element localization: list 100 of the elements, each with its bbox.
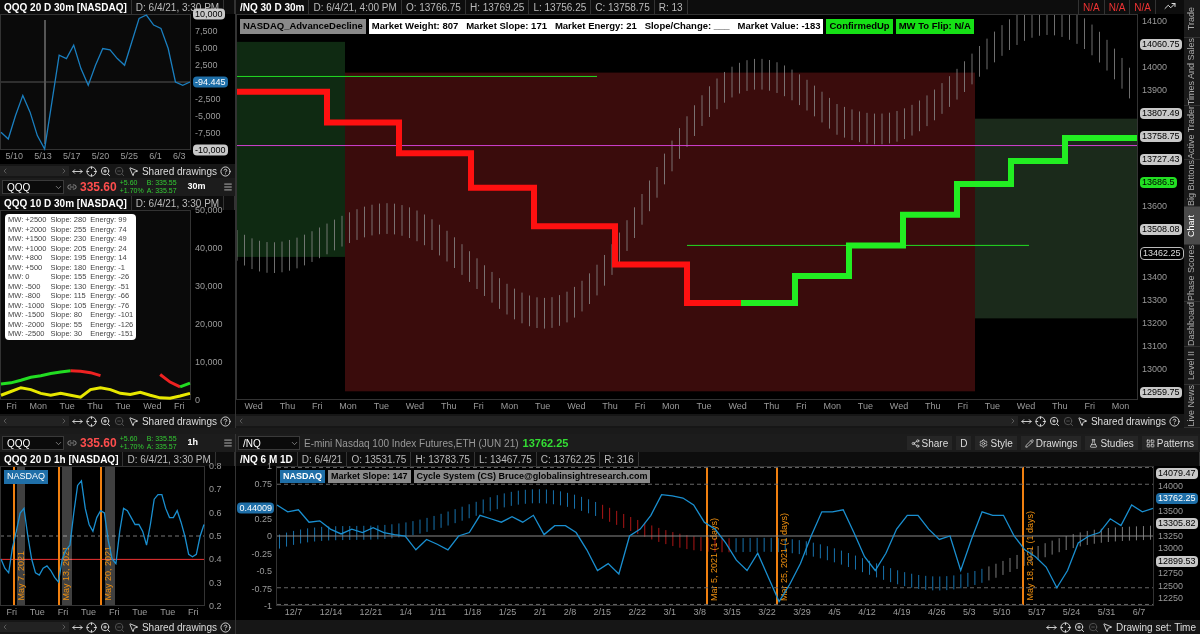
toolbar-button[interactable]: Patterns xyxy=(1141,436,1198,450)
axis-label: Tue xyxy=(160,606,176,620)
help-icon[interactable] xyxy=(220,165,231,177)
menu-icon[interactable] xyxy=(223,182,233,192)
last-price: 13762.25 xyxy=(522,435,569,451)
axis-label: 13508.08 xyxy=(1140,223,1182,235)
axis-label: -5,000 xyxy=(194,110,222,122)
drawing-set-dropdown[interactable]: Drawing set: Time xyxy=(1115,619,1196,634)
crosshair-icon[interactable] xyxy=(1034,415,1046,427)
crosshair-icon[interactable] xyxy=(85,621,97,633)
chart-info: R: 316 xyxy=(600,452,639,466)
axis-label: Thu xyxy=(441,400,457,414)
toolbar-button[interactable]: Share xyxy=(906,436,953,450)
axis-label: 13807.49 xyxy=(1140,108,1182,120)
axis-label: 5,000 xyxy=(194,42,219,54)
help-icon[interactable] xyxy=(1169,415,1180,427)
axis-label: 2/15 xyxy=(593,606,612,620)
toolbar-button[interactable]: Drawings xyxy=(1020,436,1082,450)
side-tab[interactable]: Chart xyxy=(1184,207,1200,246)
axis-label: 3/22 xyxy=(758,606,776,620)
side-tab[interactable]: Trade xyxy=(1184,0,1200,39)
axis-label: 12/14 xyxy=(319,606,343,620)
zoom-in-icon[interactable] xyxy=(99,621,111,633)
cursor-icon[interactable] xyxy=(1076,415,1088,427)
toolbar-button[interactable]: Style xyxy=(975,436,1017,450)
axis-label: 14000 xyxy=(1141,62,1169,74)
axis-label: 13400 xyxy=(1141,271,1169,283)
zoom-in-icon[interactable] xyxy=(99,165,111,177)
symbol-field[interactable]: QQQ xyxy=(2,180,64,194)
axis-label: 1/18 xyxy=(463,606,482,620)
axis-label: 14079.47 xyxy=(1156,468,1198,479)
zoom-in-icon[interactable] xyxy=(1073,621,1085,633)
axis-label: Wed xyxy=(405,400,425,414)
axis-label: 12250 xyxy=(1157,593,1185,604)
axis-label: 5/17 xyxy=(1027,606,1046,620)
side-tab[interactable]: Active Trader xyxy=(1184,106,1200,161)
indicator-label: ConfirmedUp xyxy=(826,19,893,34)
pencil-icon xyxy=(1024,438,1034,448)
symbol-field[interactable]: /NQ xyxy=(238,436,300,450)
toolbar-button[interactable]: Studies xyxy=(1085,436,1138,450)
flask-icon xyxy=(1089,438,1099,448)
menu-icon[interactable] xyxy=(223,438,233,448)
axis-label: 3/8 xyxy=(693,606,706,620)
toolbar-button[interactable]: D xyxy=(956,436,972,450)
chart-mode-icon[interactable] xyxy=(1164,0,1176,12)
current-value-label: -94.445 xyxy=(193,76,228,88)
chart-info: D: 6/4/21 xyxy=(297,452,348,466)
axis-label: Mon xyxy=(500,400,519,414)
axis-label: 13000 xyxy=(1141,363,1169,375)
side-tab[interactable]: Dashboard xyxy=(1184,302,1200,348)
axis-label: 0 xyxy=(194,394,201,406)
crosshair-icon[interactable] xyxy=(85,165,97,177)
side-tab[interactable]: Live News xyxy=(1184,385,1200,428)
cursor-icon[interactable] xyxy=(127,415,139,427)
cursor-icon[interactable] xyxy=(127,621,139,633)
drawings-dropdown[interactable]: Shared drawings xyxy=(1090,413,1166,429)
cursor-icon[interactable] xyxy=(1101,621,1113,633)
crosshair-icon[interactable] xyxy=(1059,621,1071,633)
zoom-in-icon[interactable] xyxy=(99,415,111,427)
timeframe-button[interactable]: 30m xyxy=(179,180,214,194)
axis-label: 7,500 xyxy=(194,25,219,37)
side-tab[interactable]: Phase Scores xyxy=(1184,245,1200,303)
axis-label: Wed xyxy=(244,400,263,414)
axis-label: Tue xyxy=(535,400,551,414)
axis-label: Tue xyxy=(80,606,97,620)
indicator-label: NASDAQ_AdvanceDecline xyxy=(240,19,366,34)
axis-label: 6/7 xyxy=(1132,606,1146,620)
axis-label: 13500 xyxy=(1157,505,1185,517)
axis-label: 1/11 xyxy=(429,606,447,620)
help-icon[interactable] xyxy=(220,621,231,633)
symbol-field[interactable]: QQQ xyxy=(2,436,64,450)
axis-label: 12959.75 xyxy=(1140,387,1182,398)
chart-info: L: 13467.75 xyxy=(474,452,537,466)
axis-label: 5/24 xyxy=(1062,606,1081,620)
axis-label: 0.5 xyxy=(208,530,223,542)
zoom-in-icon[interactable] xyxy=(1048,415,1060,427)
side-tab[interactable]: Level II xyxy=(1184,347,1200,386)
axis-label: Mon xyxy=(339,400,357,414)
axis-label: Tue xyxy=(984,400,1000,414)
last-price: 335.60 xyxy=(80,179,117,196)
axis-label: 12/7 xyxy=(284,606,303,620)
help-icon[interactable] xyxy=(220,415,231,427)
chart-info: H: 13783.75 xyxy=(411,452,475,466)
link-icon[interactable] xyxy=(67,438,77,448)
link-icon[interactable] xyxy=(67,182,77,192)
chart-info: H: 13769.25 xyxy=(465,0,530,14)
axis-label: 30,000 xyxy=(194,280,224,292)
axis-label: 5/10 xyxy=(992,606,1011,620)
axis-label: Fri xyxy=(188,606,199,620)
side-tab[interactable]: Times And Sales xyxy=(1184,38,1200,107)
timeframe-button[interactable]: 1h xyxy=(179,436,207,450)
axis-label: 10,000 xyxy=(194,356,224,368)
crosshair-icon[interactable] xyxy=(85,415,97,427)
axis-label: Fri xyxy=(1084,400,1095,414)
axis-label: Mon xyxy=(29,400,47,414)
axis-label: Mon xyxy=(823,400,841,414)
chart-title: QQQ 20 D 1h [NASDAQ] xyxy=(0,452,124,466)
cycle-marker-label: May 20, 2021 xyxy=(102,546,115,601)
axis-label: 13762.25 xyxy=(1156,493,1198,504)
cursor-icon[interactable] xyxy=(127,165,139,177)
